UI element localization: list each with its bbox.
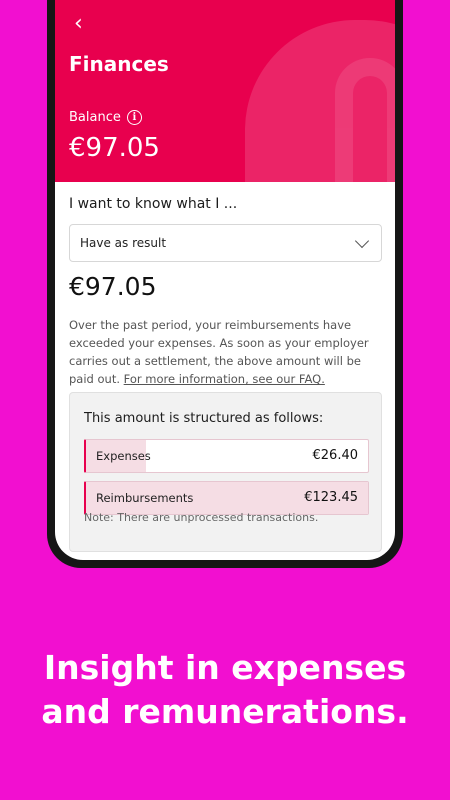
- reimbursements-label: Reimbursements: [96, 491, 194, 505]
- header-decoration-arch: [335, 58, 395, 182]
- app-screen: ‹ Finances Balance i €97.05 I want to kn…: [55, 0, 395, 560]
- expenses-row[interactable]: Expenses €26.40: [84, 439, 369, 473]
- chevron-down-icon: [354, 233, 370, 249]
- page-title: Finances: [69, 52, 169, 76]
- result-amount: €97.05: [69, 272, 157, 301]
- balance-label: Balance: [69, 110, 121, 125]
- info-icon[interactable]: i: [126, 110, 142, 125]
- header: ‹ Finances Balance i €97.05: [55, 0, 395, 182]
- result-type-select[interactable]: Have as result: [69, 224, 382, 262]
- promo-tagline: Insight in expenses and remunerations.: [0, 646, 450, 734]
- expenses-label: Expenses: [96, 449, 151, 463]
- promo-line-2: and remunerations.: [41, 692, 409, 731]
- unprocessed-note: Note: There are unprocessed transactions…: [84, 511, 319, 524]
- reimbursements-amount: €123.45: [304, 490, 358, 505]
- question-label: I want to know what I ...: [69, 196, 238, 212]
- phone-frame: ‹ Finances Balance i €97.05 I want to kn…: [47, 0, 403, 568]
- promo-line-1: Insight in expenses: [43, 648, 407, 687]
- result-explanation: Over the past period, your reimbursement…: [69, 316, 389, 388]
- reimbursements-row[interactable]: Reimbursements €123.45: [84, 481, 369, 515]
- faq-link[interactable]: For more information, see our FAQ.: [124, 372, 325, 386]
- chevron-left-icon[interactable]: ‹: [74, 13, 83, 35]
- balance-label-group: Balance i: [69, 110, 142, 125]
- structure-panel: This amount is structured as follows: Ex…: [69, 392, 382, 552]
- select-value: Have as result: [80, 236, 167, 250]
- balance-value: €97.05: [69, 133, 160, 163]
- expenses-amount: €26.40: [312, 448, 359, 463]
- structure-title: This amount is structured as follows:: [84, 411, 324, 426]
